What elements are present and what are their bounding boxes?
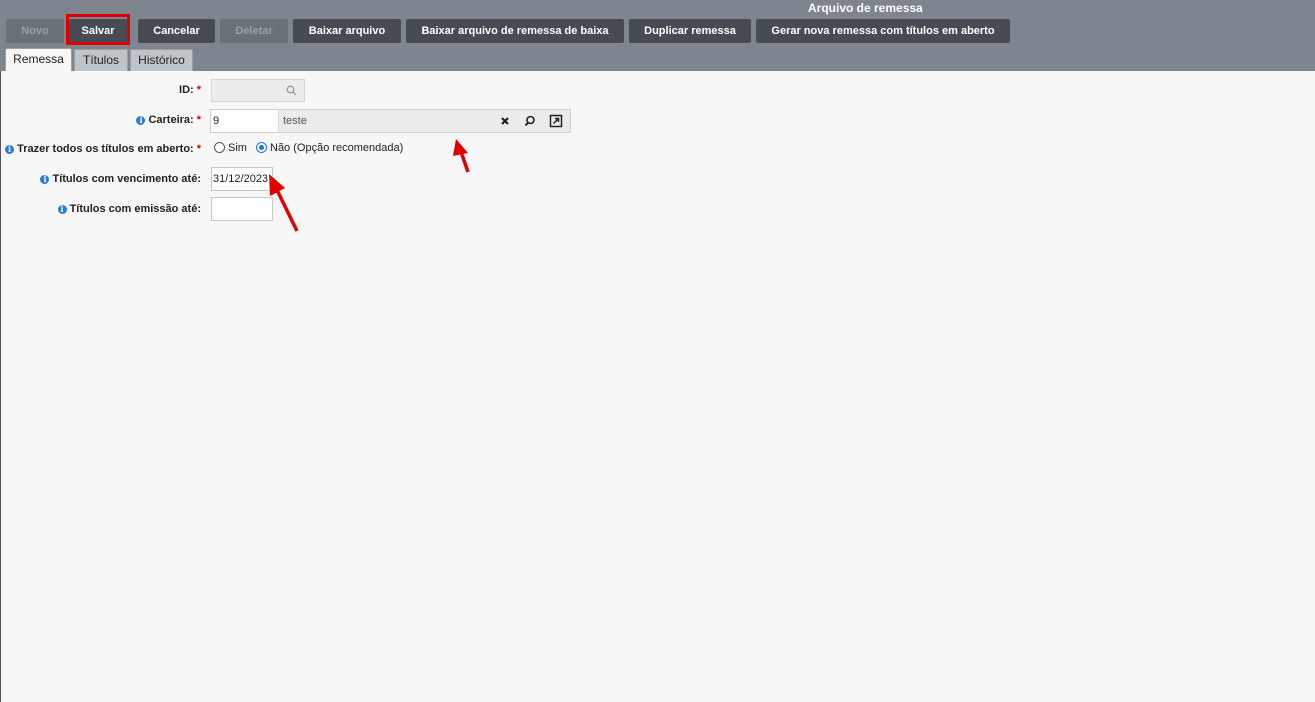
info-icon: i	[57, 205, 67, 214]
lookup-icon[interactable]	[522, 113, 538, 129]
id-label-text: ID:	[179, 84, 194, 96]
radio-nao-label[interactable]: Não (Opção recomendada)	[270, 142, 403, 154]
radio-sim[interactable]	[214, 142, 225, 153]
clear-icon[interactable]	[497, 113, 513, 129]
required-mark: *	[196, 114, 201, 126]
emissao-label: i Títulos com emissão até:	[57, 203, 201, 215]
required-mark: *	[196, 143, 201, 155]
content-border	[0, 71, 1, 702]
trazer-todos-label-text: Trazer todos os títulos em aberto:	[17, 143, 194, 155]
trazer-todos-label: i Trazer todos os títulos em aberto: *	[5, 143, 201, 155]
tab-titulos[interactable]: Títulos	[74, 49, 128, 71]
deletar-button[interactable]: Deletar	[220, 19, 288, 43]
app-header: Arquivo de remessa Novo Salvar Cancelar …	[0, 0, 1315, 71]
emissao-label-text: Títulos com emissão até:	[69, 203, 201, 215]
vencimento-label: i Títulos com vencimento até:	[40, 173, 201, 185]
carteira-description: teste	[283, 115, 307, 127]
required-mark: *	[196, 84, 201, 96]
search-icon	[286, 85, 297, 96]
carteira-label: i Carteira: *	[136, 114, 201, 126]
salvar-highlight	[66, 14, 130, 45]
red-arrow	[269, 174, 299, 232]
duplicar-remessa-button[interactable]: Duplicar remessa	[629, 19, 751, 43]
info-icon: i	[40, 175, 50, 184]
red-arrow	[453, 139, 470, 173]
id-field[interactable]	[211, 79, 305, 102]
novo-button[interactable]: Novo	[6, 19, 64, 43]
tab-remessa[interactable]: Remessa	[5, 48, 72, 71]
open-link-icon[interactable]	[548, 113, 564, 129]
baixar-remessa-baixa-button[interactable]: Baixar arquivo de remessa de baixa	[406, 19, 624, 43]
radio-nao[interactable]	[256, 142, 267, 153]
radio-sim-label[interactable]: Sim	[228, 142, 247, 154]
carteira-field: 9 teste	[210, 109, 571, 133]
info-icon: i	[136, 116, 146, 125]
baixar-arquivo-button[interactable]: Baixar arquivo	[293, 19, 401, 43]
vencimento-label-text: Títulos com vencimento até:	[52, 173, 201, 185]
window-title: Arquivo de remessa	[808, 1, 923, 15]
gerar-nova-remessa-button[interactable]: Gerar nova remessa com títulos em aberto	[756, 19, 1010, 43]
cancelar-button[interactable]: Cancelar	[138, 19, 215, 43]
info-icon: i	[5, 145, 15, 154]
carteira-code-input[interactable]: 9	[211, 110, 279, 132]
tab-historico[interactable]: Histórico	[130, 49, 193, 71]
id-label: ID: *	[179, 84, 201, 96]
carteira-label-text: Carteira:	[148, 114, 194, 126]
